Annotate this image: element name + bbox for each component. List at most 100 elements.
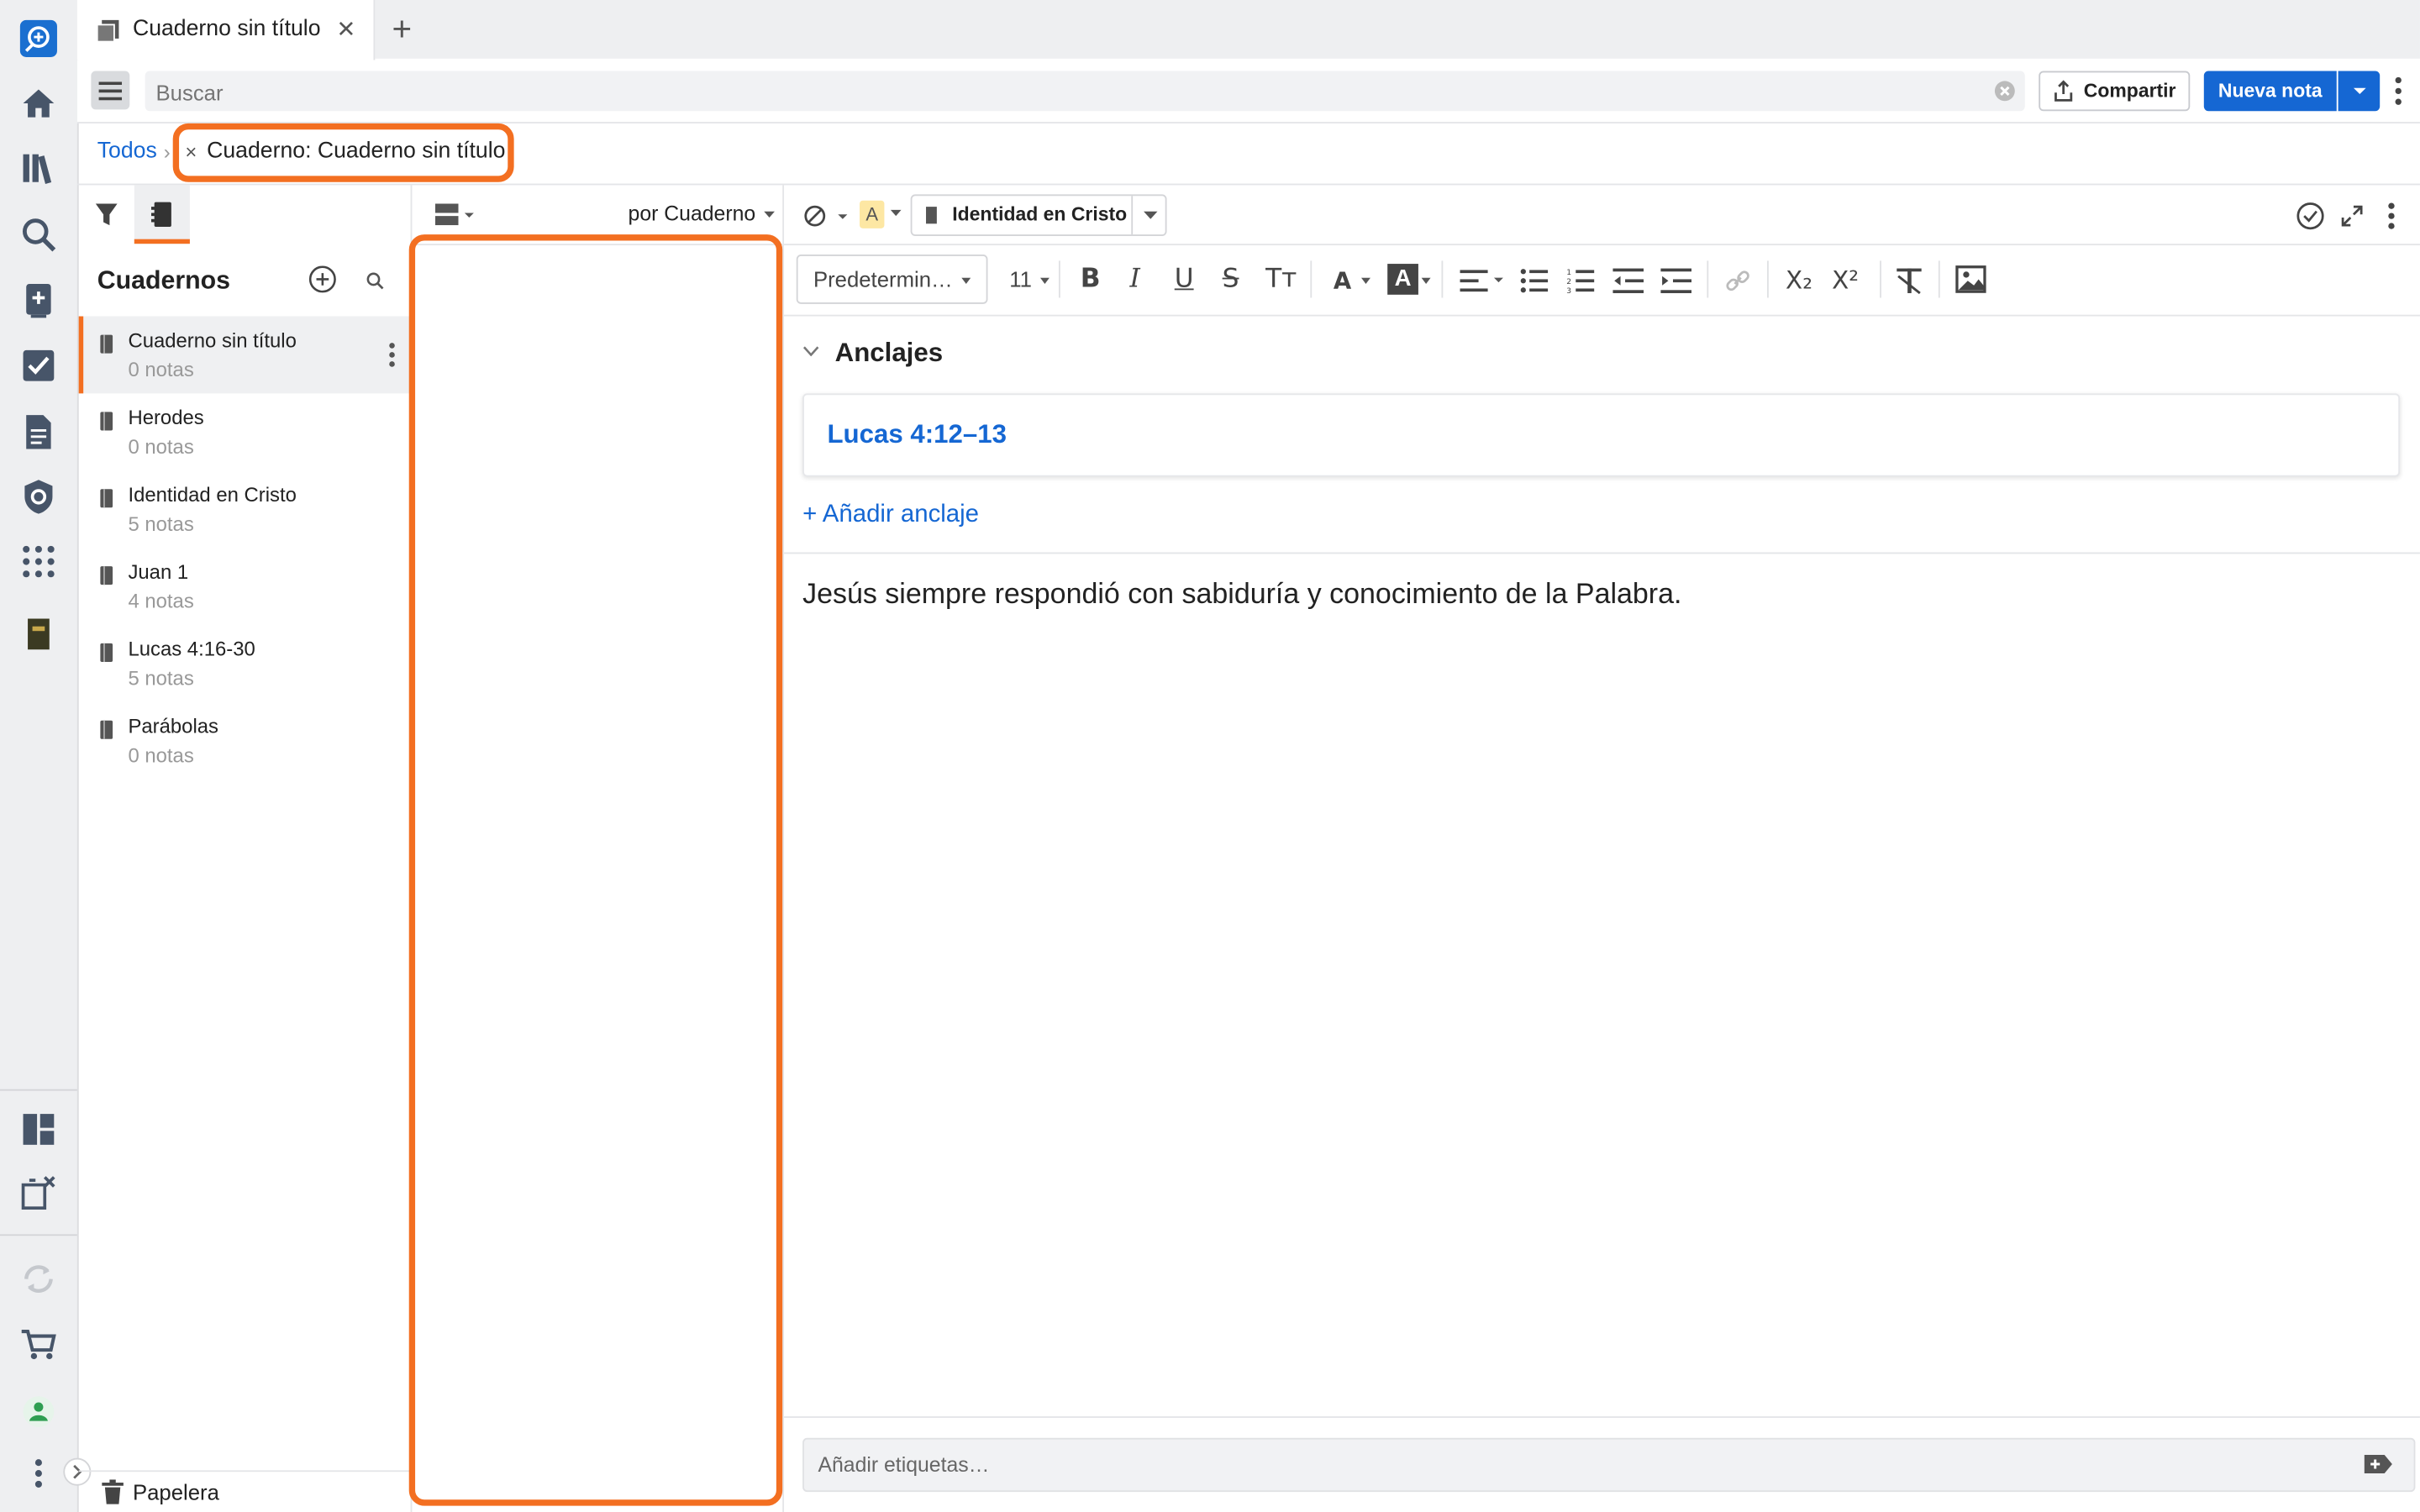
tasks-icon[interactable] bbox=[17, 344, 60, 387]
highlight-color-button[interactable]: A bbox=[1387, 264, 1418, 295]
align-icon[interactable] bbox=[1460, 269, 1503, 293]
new-note-button[interactable]: Nueva nota bbox=[2203, 71, 2337, 112]
notebook-count: 4 notas bbox=[128, 589, 194, 613]
caret-down-icon bbox=[764, 211, 776, 218]
notebook-count: 5 notas bbox=[128, 512, 194, 536]
notebook-tab-icon bbox=[150, 201, 173, 228]
notebook-item[interactable]: Juan 1 4 notas bbox=[79, 548, 411, 625]
collapse-anchors-icon[interactable] bbox=[802, 345, 819, 357]
more-vertical-icon[interactable] bbox=[17, 1452, 60, 1494]
tab-close-icon[interactable]: ✕ bbox=[336, 15, 355, 43]
superscript-button[interactable]: X² bbox=[1832, 265, 1859, 295]
notebook-count: 0 notas bbox=[128, 434, 194, 459]
notebook-item[interactable]: Cuaderno sin título 0 notas bbox=[78, 316, 411, 394]
toolbar-separator bbox=[1767, 260, 1769, 298]
numbered-list-icon[interactable]: 123 bbox=[1566, 267, 1595, 295]
anchor-reference-link[interactable]: Lucas 4:12–13 bbox=[827, 420, 1007, 451]
toolbar-separator bbox=[1938, 260, 1940, 298]
text-color-button[interactable]: A bbox=[1334, 267, 1351, 295]
notebook-more-icon[interactable] bbox=[389, 343, 395, 367]
notebook-selector[interactable]: Identidad en Cristo bbox=[910, 194, 1167, 237]
font-family-select[interactable]: Predetermin… bbox=[796, 255, 988, 304]
toolbar-separator bbox=[1441, 260, 1444, 298]
breadcrumb-all-link[interactable]: Todos bbox=[97, 139, 157, 163]
bullet-list-icon[interactable] bbox=[1520, 267, 1549, 295]
user-avatar-icon[interactable] bbox=[17, 1390, 60, 1433]
library-icon[interactable] bbox=[17, 146, 60, 189]
shield-icon[interactable] bbox=[17, 475, 60, 518]
anchor-card[interactable]: Lucas 4:12–13 bbox=[802, 393, 2401, 477]
notebook-count: 0 notas bbox=[128, 358, 194, 381]
tags-divider bbox=[784, 1416, 2420, 1418]
notebook-icon bbox=[100, 643, 113, 662]
notebook-name: Parábolas bbox=[128, 714, 218, 738]
notebook-item[interactable]: Parábolas 0 notas bbox=[79, 702, 411, 780]
bold-button[interactable]: B bbox=[1081, 264, 1101, 295]
toolbar-more-icon[interactable] bbox=[2394, 76, 2403, 107]
app-logo-icon[interactable] bbox=[17, 17, 60, 60]
tab-notebooks[interactable] bbox=[134, 185, 190, 244]
strikethrough-button[interactable]: S bbox=[1223, 264, 1239, 295]
italic-button[interactable]: I bbox=[1129, 264, 1139, 295]
search-notebooks-icon[interactable] bbox=[366, 271, 384, 290]
share-button[interactable]: Compartir bbox=[2039, 71, 2191, 112]
insert-image-icon[interactable] bbox=[1955, 265, 1986, 293]
highlight-dropdown-icon[interactable] bbox=[890, 209, 902, 218]
notebook-name: Identidad en Cristo bbox=[128, 482, 297, 507]
subscript-button[interactable]: X₂ bbox=[1786, 265, 1812, 295]
add-document-icon[interactable] bbox=[17, 279, 60, 322]
notebook-icon bbox=[100, 334, 113, 354]
notebook-item[interactable]: Herodes 0 notas bbox=[79, 393, 411, 470]
editor-more-icon[interactable] bbox=[2387, 202, 2395, 230]
tags-field[interactable]: Añadir etiquetas… bbox=[802, 1437, 2416, 1493]
view-mode-icon[interactable] bbox=[434, 203, 476, 226]
book-thumbnail-icon[interactable] bbox=[17, 612, 60, 655]
trash-item[interactable]: Papelera bbox=[79, 1472, 411, 1512]
expand-icon[interactable] bbox=[2339, 203, 2364, 228]
new-note-dropdown[interactable] bbox=[2338, 71, 2381, 112]
layout-icon[interactable] bbox=[17, 1108, 60, 1151]
caret-down-icon bbox=[1421, 277, 1431, 284]
link-icon[interactable] bbox=[1725, 269, 1749, 293]
notebook-name: Herodes bbox=[128, 406, 204, 429]
new-tab-button[interactable]: + bbox=[392, 9, 413, 50]
outdent-icon[interactable] bbox=[1612, 267, 1644, 295]
add-anchor-link[interactable]: + Añadir anclaje bbox=[802, 501, 979, 529]
document-icon[interactable] bbox=[17, 411, 60, 454]
tags-placeholder: Añadir etiquetas… bbox=[818, 1453, 990, 1477]
caret-down-icon bbox=[1360, 277, 1370, 284]
apps-grid-icon[interactable] bbox=[17, 540, 60, 583]
close-panels-icon[interactable] bbox=[17, 1171, 60, 1214]
home-icon[interactable] bbox=[17, 81, 60, 124]
left-rail bbox=[0, 0, 79, 1512]
add-notebook-icon[interactable] bbox=[308, 265, 336, 293]
text-case-button[interactable]: Tт bbox=[1265, 264, 1297, 295]
font-size-select[interactable]: 11 bbox=[1009, 267, 1050, 291]
notebook-icon bbox=[926, 207, 937, 224]
note-body-text[interactable]: Jesús siempre respondió con sabiduría y … bbox=[802, 577, 1681, 611]
clear-formatting-icon[interactable] bbox=[1895, 267, 1923, 295]
underline-button[interactable]: U bbox=[1175, 264, 1194, 295]
notebook-icon bbox=[100, 489, 113, 508]
sort-dropdown[interactable]: por Cuaderno bbox=[629, 202, 776, 225]
sync-icon[interactable] bbox=[17, 1257, 60, 1300]
search-icon[interactable] bbox=[17, 213, 60, 255]
tab-notebook[interactable]: Cuaderno sin título ✕ bbox=[76, 0, 376, 60]
clear-search-icon[interactable] bbox=[1994, 81, 2016, 102]
search-bar[interactable] bbox=[145, 71, 2025, 114]
filter-icon[interactable] bbox=[94, 202, 118, 227]
no-style-icon[interactable] bbox=[802, 203, 852, 228]
svg-text:2: 2 bbox=[1566, 277, 1571, 286]
notebook-item[interactable]: Identidad en Cristo 5 notas bbox=[79, 470, 411, 548]
highlight-outline-notes-list bbox=[408, 234, 783, 1506]
font-size-value: 11 bbox=[1009, 266, 1032, 292]
search-input[interactable] bbox=[152, 71, 1981, 114]
notebooks-sidebar: Cuadernos Cuaderno sin título 0 notas He… bbox=[78, 185, 413, 1512]
check-circle-icon[interactable] bbox=[2296, 202, 2324, 230]
notebook-item[interactable]: Lucas 4:16-30 5 notas bbox=[79, 625, 411, 702]
indent-icon[interactable] bbox=[1660, 267, 1692, 295]
highlight-style-button[interactable]: A bbox=[860, 200, 885, 228]
panel-menu-button[interactable] bbox=[91, 71, 130, 110]
add-tag-icon[interactable] bbox=[2363, 1452, 2394, 1476]
cart-icon[interactable] bbox=[17, 1324, 60, 1367]
